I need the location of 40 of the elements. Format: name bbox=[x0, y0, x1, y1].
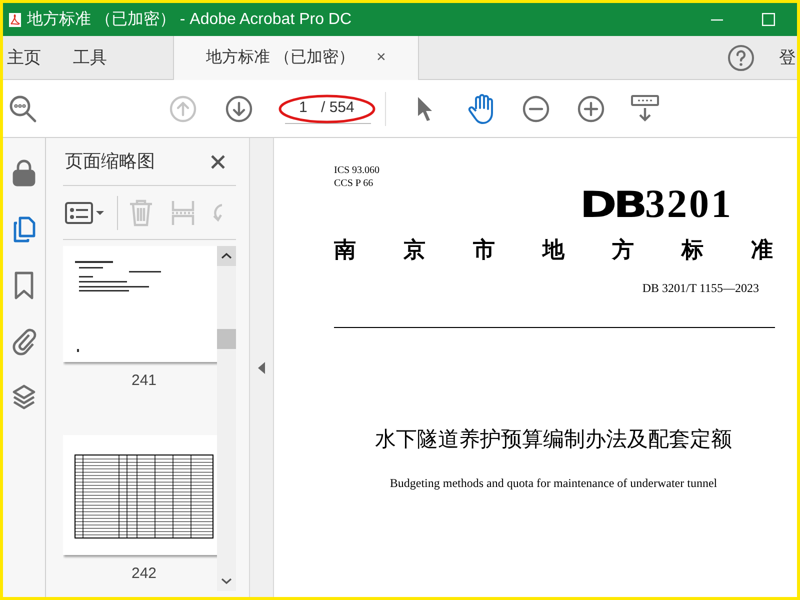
pointer-icon[interactable] bbox=[416, 94, 434, 122]
scroll-thumb[interactable] bbox=[217, 328, 236, 348]
close-tab-button[interactable]: × bbox=[376, 46, 386, 70]
tab[interactable]: 主页 bbox=[3, 36, 69, 79]
collapse-panel-icon[interactable] bbox=[258, 362, 266, 374]
document-subtitle: Budgeting methods and quota for maintenance of underwater tunnel bbox=[390, 474, 718, 492]
ics-code: ICS 93.060 bbox=[334, 164, 381, 177]
scrollbar[interactable] bbox=[217, 246, 236, 591]
help-icon[interactable] bbox=[727, 44, 755, 72]
standard-number: DB 3201/T 1155—2023 bbox=[642, 280, 759, 297]
lock-icon[interactable] bbox=[11, 158, 37, 188]
page-number-label: 242 bbox=[131, 564, 157, 584]
paperclip-icon[interactable] bbox=[11, 326, 37, 356]
page-number-label: 241 bbox=[131, 371, 157, 391]
panel-title: 页面缩略图 bbox=[65, 150, 155, 173]
layers-icon[interactable] bbox=[11, 382, 37, 412]
tab[interactable]: 地方标准 （已加密） × bbox=[173, 36, 419, 80]
standard-code: 3201 bbox=[645, 184, 733, 224]
page-number-field[interactable]: 1 bbox=[299, 96, 321, 120]
pages-icon[interactable] bbox=[11, 214, 37, 244]
issuer-title: 南京市地方标准 bbox=[334, 236, 773, 265]
page-thumbnail[interactable] bbox=[63, 246, 217, 362]
zoom-out-icon[interactable] bbox=[522, 94, 550, 122]
close-icon[interactable] bbox=[210, 154, 226, 170]
ccs-code: CCS P 66 bbox=[334, 177, 374, 190]
view-options-icon[interactable] bbox=[65, 200, 107, 224]
document-title: 水下隧道养护预算编制办法及配套定额 bbox=[375, 426, 732, 453]
search-icon[interactable] bbox=[9, 94, 37, 122]
page-thumbnail[interactable] bbox=[63, 434, 217, 554]
tab[interactable]: 工具 bbox=[69, 36, 135, 79]
page-keyboard-icon[interactable] bbox=[631, 94, 659, 122]
scroll-up-icon[interactable] bbox=[217, 246, 236, 266]
sign-in-link[interactable]: 登 bbox=[779, 44, 796, 70]
maximize-icon[interactable] bbox=[762, 13, 775, 26]
zoom-in-icon[interactable] bbox=[577, 94, 605, 122]
window-title: 地方标准 （已加密） - Adobe Acrobat Pro DC bbox=[27, 10, 352, 30]
standard-prefix: DB bbox=[579, 186, 644, 226]
next-page-icon[interactable] bbox=[225, 94, 253, 122]
app-logo-icon bbox=[9, 12, 21, 26]
page-count: / 554 bbox=[321, 98, 354, 118]
